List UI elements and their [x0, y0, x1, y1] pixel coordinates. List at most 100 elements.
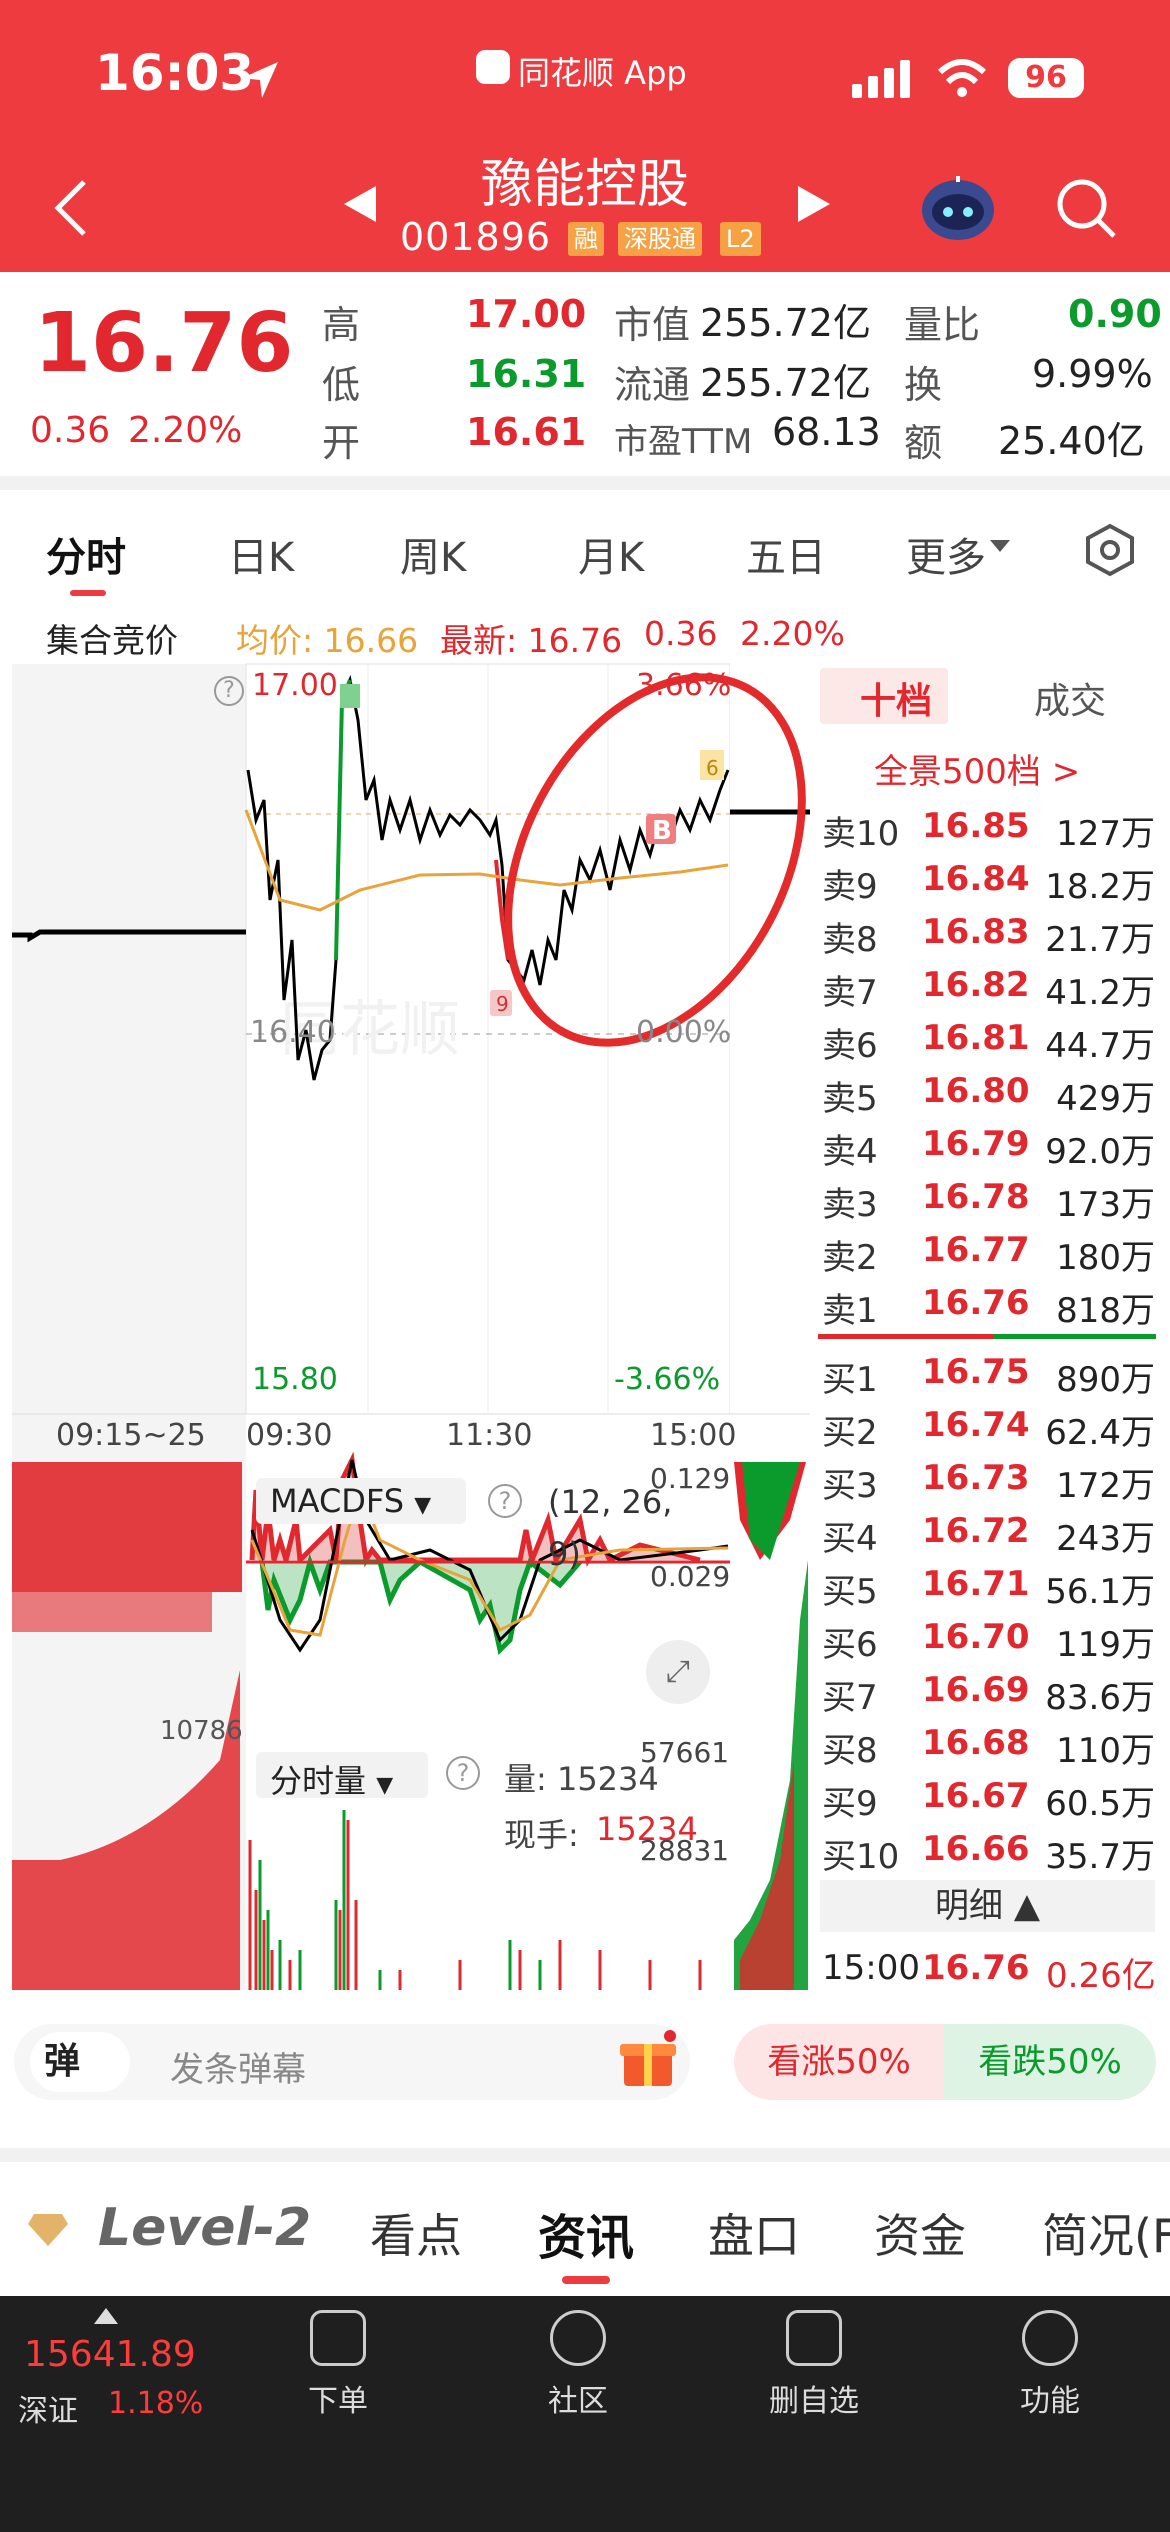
last-trade-time: 15:00: [822, 1948, 920, 1988]
tab-more[interactable]: 更多: [906, 525, 986, 583]
subtab-news[interactable]: 资讯: [538, 2198, 634, 2268]
sell-vol: 127万: [1056, 814, 1155, 854]
buy-label: 买6: [822, 1625, 878, 1665]
auction-label: 集合竞价: [46, 621, 178, 660]
index-name: 深证: [18, 2394, 78, 2429]
buy-level-row[interactable]: 买1 16.75 890万: [820, 1344, 1165, 1400]
detail-toggle[interactable]: 明细 ▲: [820, 1880, 1155, 1932]
danmu-toggle[interactable]: 弹: [30, 2032, 130, 2092]
buy-level-row[interactable]: 买5 16.71 56.1万: [820, 1556, 1165, 1612]
bearish-vote-button[interactable]: 看跌50%: [944, 2024, 1156, 2100]
tab-monthly-k[interactable]: 月K: [578, 525, 644, 583]
sell-label: 卖1: [822, 1291, 878, 1331]
danmu-placeholder[interactable]: 发条弹幕: [170, 2042, 306, 2091]
low-label: 低: [322, 363, 361, 407]
sell-level-row[interactable]: 卖9 16.84 18.2万: [820, 851, 1165, 907]
order-icon: [310, 2310, 366, 2366]
gift-icon[interactable]: [618, 2030, 678, 2090]
buy-level-row[interactable]: 买10 16.66 35.7万: [820, 1821, 1165, 1877]
subtab-orders[interactable]: 盘口: [708, 2200, 800, 2266]
next-stock-icon[interactable]: [796, 184, 832, 224]
sell-price: 16.79: [922, 1124, 1030, 1164]
sell-vol: 818万: [1056, 1291, 1155, 1331]
subtab-level2[interactable]: Level-2: [98, 2198, 311, 2258]
nav-functions[interactable]: 功能: [980, 2310, 1120, 2420]
buy-level-row[interactable]: 买8 16.68 110万: [820, 1715, 1165, 1771]
volume-text: 量: 15234: [504, 1760, 659, 1798]
sell-price: 16.81: [922, 1018, 1030, 1058]
float-value: 255.72亿: [700, 361, 871, 405]
settings-hex-icon[interactable]: [1082, 522, 1138, 578]
expand-icon[interactable]: ⤢: [646, 1640, 710, 1704]
volume-top-value: 57661: [640, 1736, 730, 1769]
buy-vol: 243万: [1056, 1519, 1155, 1559]
event-marker: 6: [706, 756, 719, 780]
sell-vol: 21.7万: [1045, 920, 1155, 960]
buy-price: 16.68: [922, 1723, 1030, 1763]
tab-daily-k[interactable]: 日K: [228, 525, 294, 583]
high-label: 高: [322, 303, 361, 347]
diamond-icon: [28, 2214, 68, 2246]
sell-label: 卖10: [822, 814, 900, 854]
sell-label: 卖6: [822, 1026, 878, 1066]
chart-y-top: 17.00: [252, 668, 338, 703]
nav-functions-label: 功能: [1020, 2384, 1080, 2419]
buy-level-row[interactable]: 买4 16.72 243万: [820, 1503, 1165, 1559]
avg-price: 均价: 16.66: [236, 621, 419, 660]
index-value[interactable]: 15641.89: [24, 2334, 196, 2375]
open-value: 16.61: [466, 410, 587, 454]
sell-level-row[interactable]: 卖3 16.78 173万: [820, 1169, 1165, 1225]
buy-level-row[interactable]: 买9 16.67 60.5万: [820, 1768, 1165, 1824]
nav-remove-watchlist[interactable]: 删自选: [744, 2310, 884, 2420]
pe-value: 68.13: [772, 410, 881, 454]
nav-trade[interactable]: 下单: [268, 2310, 408, 2420]
buy-label: 买10: [822, 1837, 900, 1877]
buy-level-row[interactable]: 买6 16.70 119万: [820, 1609, 1165, 1665]
sell-level-row[interactable]: 卖8 16.83 21.7万: [820, 904, 1165, 960]
sell-level-row[interactable]: 卖5 16.80 429万: [820, 1063, 1165, 1119]
subtab-capital[interactable]: 资金: [874, 2200, 966, 2266]
help-icon[interactable]: ?: [214, 676, 244, 706]
tab-five-day[interactable]: 五日: [746, 525, 826, 583]
sell-level-row[interactable]: 卖7 16.82 41.2万: [820, 957, 1165, 1013]
subtab-highlights[interactable]: 看点: [370, 2200, 462, 2266]
sell-level-row[interactable]: 卖10 16.85 127万: [820, 798, 1165, 854]
subtab-profile[interactable]: 简况(F: [1042, 2200, 1170, 2266]
buy-vol: 172万: [1056, 1466, 1155, 1506]
sell-price: 16.84: [922, 859, 1030, 899]
nav-trade-label: 下单: [308, 2384, 368, 2419]
sell-level-row[interactable]: 卖6 16.81 44.7万: [820, 1010, 1165, 1066]
search-icon[interactable]: [1054, 176, 1120, 242]
bullish-vote-button[interactable]: 看涨50%: [734, 2024, 944, 2100]
buy-level-row[interactable]: 买2 16.74 62.4万: [820, 1397, 1165, 1453]
nav-community[interactable]: 社区: [508, 2310, 648, 2420]
sell-level-row[interactable]: 卖1 16.76 818万: [820, 1275, 1165, 1331]
chart-pct-bottom: -3.66%: [614, 1362, 721, 1397]
full-depth-link[interactable]: 全景500档 >: [874, 744, 1080, 793]
chart-pct-top: 3.66%: [636, 668, 732, 703]
chart-y-bottom: 15.80: [252, 1362, 338, 1397]
robot-assistant-icon[interactable]: [918, 170, 998, 246]
sell-vol: 92.0万: [1045, 1132, 1155, 1172]
buy-label: 买4: [822, 1519, 878, 1559]
orderbook-tab-trades[interactable]: 成交: [1034, 672, 1106, 724]
orderbook-tab-ten[interactable]: 十档: [860, 672, 932, 724]
macd-help-icon[interactable]: ?: [488, 1484, 522, 1518]
signal-icon: [852, 60, 910, 98]
sell-label: 卖3: [822, 1185, 878, 1225]
low-value: 16.31: [466, 352, 587, 396]
time-open: 09:30: [246, 1418, 333, 1453]
buy-vol: 62.4万: [1045, 1413, 1155, 1453]
volume-mid-value: 28831: [640, 1834, 730, 1867]
volume-selector[interactable]: 分时量 ▼: [256, 1752, 428, 1800]
sell-level-row[interactable]: 卖2 16.77 180万: [820, 1222, 1165, 1278]
volume-help-icon[interactable]: ?: [446, 1756, 480, 1790]
tab-intraday[interactable]: 分时: [46, 525, 126, 583]
macd-selector[interactable]: MACDFS ▼: [256, 1478, 466, 1524]
buy-level-row[interactable]: 买3 16.73 172万: [820, 1450, 1165, 1506]
buy-price: 16.71: [922, 1564, 1030, 1604]
tab-weekly-k[interactable]: 周K: [400, 525, 466, 583]
buy-level-row[interactable]: 买7 16.69 83.6万: [820, 1662, 1165, 1718]
sell-level-row[interactable]: 卖4 16.79 92.0万: [820, 1116, 1165, 1172]
sell-vol: 44.7万: [1045, 1026, 1155, 1066]
